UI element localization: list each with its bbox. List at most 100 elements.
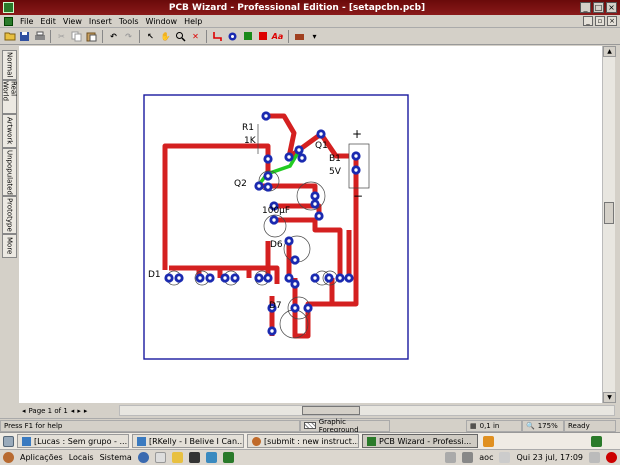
- doc-restore-button[interactable]: ▫: [595, 16, 605, 26]
- menu-tools[interactable]: Tools: [119, 17, 139, 26]
- close-button[interactable]: ×: [606, 2, 617, 13]
- pcb-launcher-icon[interactable]: [222, 452, 234, 463]
- track-tool-icon[interactable]: [211, 30, 224, 43]
- save-icon[interactable]: [18, 30, 31, 43]
- paste-icon[interactable]: [85, 30, 98, 43]
- menu-insert[interactable]: Insert: [89, 17, 112, 26]
- scroll-down-icon[interactable]: ▼: [603, 392, 616, 403]
- label-b1: B1: [329, 154, 341, 164]
- first-page-icon[interactable]: ◂: [22, 407, 26, 415]
- undo-icon[interactable]: ↶: [107, 30, 120, 43]
- terminal-icon[interactable]: [188, 452, 200, 463]
- menu-help[interactable]: Help: [184, 17, 202, 26]
- prev-page-icon[interactable]: ◂: [71, 407, 75, 415]
- status-state: Ready: [564, 419, 616, 432]
- menu-applications[interactable]: Aplicações: [20, 453, 63, 462]
- status-layer: Graphic Foreground: [300, 418, 390, 434]
- side-tab-more[interactable]: More: [2, 234, 17, 258]
- side-tab-artwork[interactable]: Artwork: [2, 114, 17, 148]
- menu-file[interactable]: File: [20, 17, 33, 26]
- show-desktop-icon[interactable]: [3, 435, 14, 447]
- text-tool-icon[interactable]: Aa: [271, 30, 284, 43]
- window-title: PCB Wizard - Professional Edition - [set…: [168, 2, 426, 13]
- horizontal-scrollbar[interactable]: [119, 405, 615, 416]
- next-page-icon[interactable]: ▸: [77, 407, 81, 415]
- vertical-scrollbar[interactable]: ▲ ▼: [602, 46, 616, 403]
- status-grid: ▦ 0,1 in: [466, 419, 522, 432]
- clock[interactable]: Qui 23 jul, 17:09: [516, 453, 583, 462]
- pan-hand-icon[interactable]: ✋: [159, 30, 172, 43]
- menu-window[interactable]: Window: [146, 17, 178, 26]
- network-icon[interactable]: [445, 452, 457, 463]
- menu-bar: File Edit View Insert Tools Window Help …: [0, 15, 620, 28]
- status-zoom-label: 175%: [537, 421, 558, 430]
- doc-close-button[interactable]: ×: [607, 16, 617, 26]
- pad-hole: [266, 157, 270, 161]
- pad-hole: [313, 276, 317, 280]
- board-outline: [143, 94, 409, 360]
- status-grid-label: 0,1 in: [479, 421, 500, 430]
- pad-hole: [266, 174, 270, 178]
- component-icon[interactable]: [293, 30, 306, 43]
- side-tab-real-world[interactable]: Real World: [2, 80, 18, 114]
- red-square-tool-icon[interactable]: [256, 30, 269, 43]
- redo-icon[interactable]: ↷: [122, 30, 135, 43]
- pcb-canvas[interactable]: R1 1K Q1 Q2 B1 5V + − 100μF D6 D1 D7: [19, 46, 602, 403]
- chat-icon[interactable]: [205, 452, 217, 463]
- document-icon[interactable]: [4, 16, 13, 26]
- tray-pcb-icon[interactable]: [591, 435, 602, 447]
- pad-hole: [293, 282, 297, 286]
- pad-hole: [167, 276, 171, 280]
- delete-icon[interactable]: ✕: [189, 30, 202, 43]
- horizontal-scroll-thumb[interactable]: [302, 406, 360, 415]
- menu-system[interactable]: Sistema: [100, 453, 132, 462]
- zoom-icon[interactable]: [174, 30, 187, 43]
- green-square-tool-icon[interactable]: [241, 30, 254, 43]
- firefox-icon[interactable]: [137, 452, 149, 463]
- component-dropdown-icon[interactable]: ▾: [308, 30, 321, 43]
- task-window[interactable]: [submit : new instruct...: [247, 434, 359, 448]
- task-window[interactable]: [Lucas : Sem grupo - ...: [17, 434, 129, 448]
- pad-hole: [177, 276, 181, 280]
- menu-edit[interactable]: Edit: [40, 17, 56, 26]
- task-window[interactable]: [RKelly - I Belive I Can...: [132, 434, 244, 448]
- task-window-active[interactable]: PCB Wizard - Professi...: [362, 434, 478, 448]
- scroll-up-icon[interactable]: ▲: [603, 46, 616, 57]
- pad-tool-icon[interactable]: [226, 30, 239, 43]
- menu-places[interactable]: Locais: [69, 453, 94, 462]
- pcb-layout[interactable]: R1 1K Q1 Q2 B1 5V + − 100μF D6 D1 D7: [19, 46, 602, 403]
- pad-hole: [354, 168, 358, 172]
- select-pointer-icon[interactable]: ↖: [144, 30, 157, 43]
- notification-icon[interactable]: [483, 435, 494, 447]
- app-icon[interactable]: [3, 2, 14, 13]
- cut-icon[interactable]: ✂: [55, 30, 68, 43]
- user-name[interactable]: aoc: [479, 453, 493, 462]
- open-folder-icon[interactable]: [3, 30, 16, 43]
- calendar-icon: [499, 452, 511, 463]
- mail-icon[interactable]: [154, 452, 166, 463]
- print-icon[interactable]: [33, 30, 46, 43]
- doc-minimize-button[interactable]: _: [583, 16, 593, 26]
- last-page-icon[interactable]: ▸: [84, 407, 88, 415]
- copy-icon[interactable]: [70, 30, 83, 43]
- label-d1: D1: [148, 270, 161, 280]
- label-q1: Q1: [315, 141, 328, 151]
- pad-hole: [300, 156, 304, 160]
- menu-view[interactable]: View: [63, 17, 82, 26]
- vertical-scroll-thumb[interactable]: [604, 202, 614, 224]
- side-tab-normal[interactable]: Normal: [2, 50, 17, 80]
- battery-icon[interactable]: [589, 452, 600, 463]
- page-indicator: Page 1 of 1: [28, 406, 68, 415]
- status-bar: Press F1 for help Graphic Foreground ▦ 0…: [0, 418, 620, 434]
- minimize-button[interactable]: _: [580, 2, 591, 13]
- task-label: [submit : new instruct...: [264, 436, 359, 446]
- toolbar: ✂ ↶ ↷ ↖ ✋ ✕ Aa ▾: [0, 28, 620, 45]
- help-icon[interactable]: [171, 452, 183, 463]
- power-icon[interactable]: [606, 452, 617, 463]
- toolbar-separator: [50, 29, 51, 43]
- side-tab-unpopulated[interactable]: Unpopulated: [2, 148, 17, 196]
- side-tab-prototype[interactable]: Prototype: [2, 196, 17, 234]
- pad-hole: [223, 276, 227, 280]
- maximize-button[interactable]: □: [593, 2, 604, 13]
- volume-icon[interactable]: [462, 452, 474, 463]
